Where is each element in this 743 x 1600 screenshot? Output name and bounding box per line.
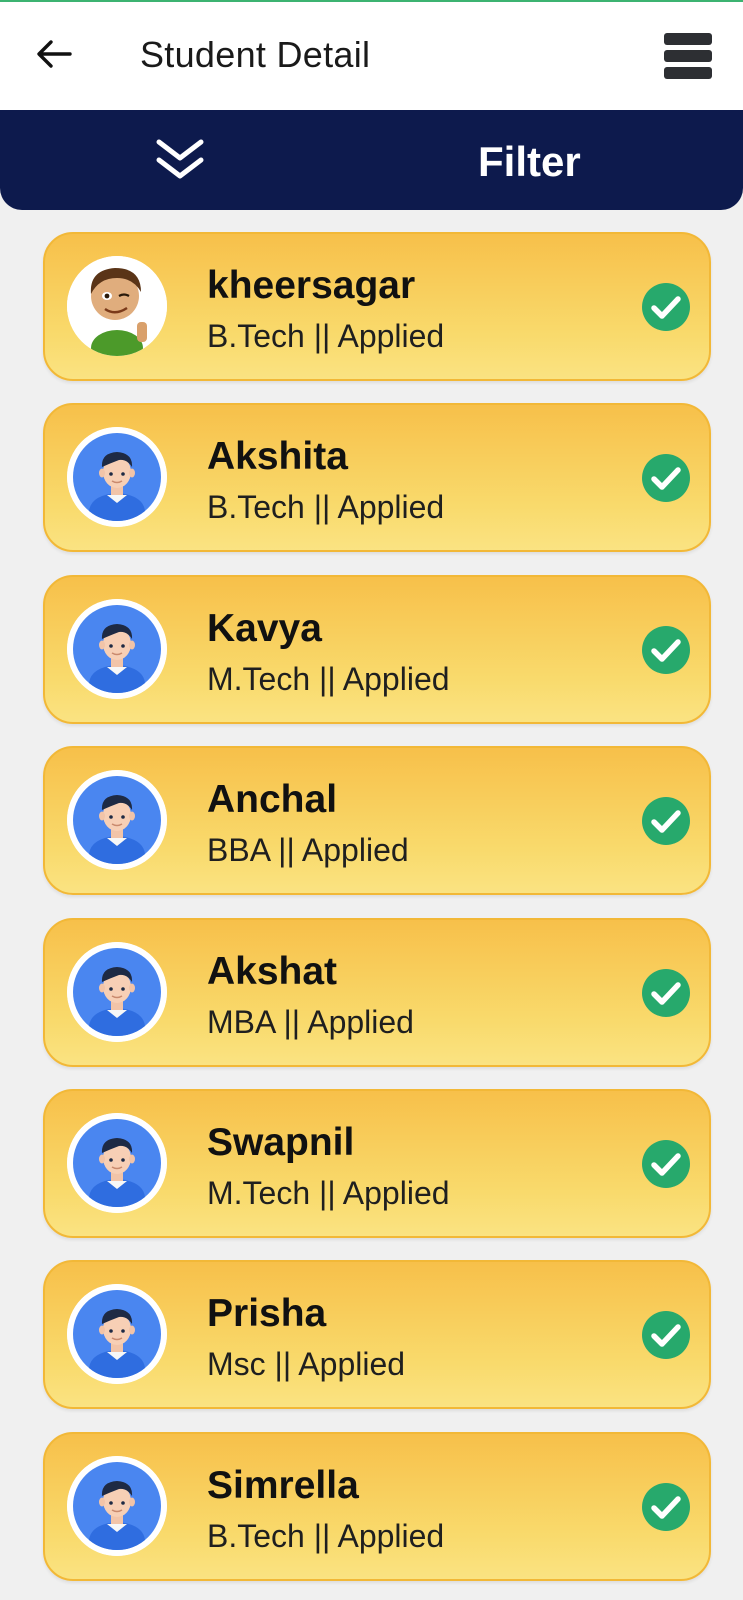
student-course-status: M.Tech || Applied (207, 661, 450, 697)
default-user-avatar (67, 1456, 167, 1556)
default-user-avatar (67, 599, 167, 699)
double-chevron-down-icon (156, 139, 204, 179)
app-bar: Student Detail (0, 2, 743, 110)
student-name: Anchal (207, 778, 338, 821)
filter-bar: Filter (0, 110, 743, 210)
student-name: Kavya (207, 607, 322, 650)
student-name: Akshita (207, 435, 348, 478)
check-circle-icon (641, 1139, 691, 1189)
student-course-status: B.Tech || Applied (207, 489, 445, 525)
menu-button[interactable] (660, 28, 716, 84)
check-circle-icon (641, 1482, 691, 1532)
default-user-avatar (67, 942, 167, 1042)
cartoon-boy-avatar (67, 256, 167, 356)
student-name: Prisha (207, 1292, 327, 1335)
student-card[interactable]: kheersagar B.Tech || Applied (43, 232, 711, 381)
default-user-avatar (67, 770, 167, 870)
expand-filter-button[interactable] (150, 132, 210, 188)
student-name: Swapnil (207, 1121, 355, 1164)
check-circle-icon (641, 282, 691, 332)
default-user-avatar (67, 1284, 167, 1384)
student-course-status: M.Tech || Applied (207, 1175, 450, 1211)
student-course-status: Msc || Applied (207, 1346, 406, 1382)
check-circle-icon (641, 968, 691, 1018)
student-course-status: BBA || Applied (207, 832, 409, 868)
student-card[interactable]: Simrella B.Tech || Applied (43, 1432, 711, 1581)
student-name: Simrella (207, 1464, 359, 1507)
student-card[interactable]: Anchal BBA || Applied (43, 746, 711, 895)
student-card[interactable]: Swapnil M.Tech || Applied (43, 1089, 711, 1238)
menu-icon (664, 33, 712, 79)
student-name: Akshat (207, 950, 338, 993)
student-card[interactable]: Akshat MBA || Applied (43, 918, 711, 1067)
student-card[interactable]: Prisha Msc || Applied (43, 1260, 711, 1409)
student-name: kheersagar (207, 264, 416, 307)
filter-button[interactable]: Filter (478, 138, 581, 186)
check-circle-icon (641, 1310, 691, 1360)
student-course-status: B.Tech || Applied (207, 318, 445, 354)
check-circle-icon (641, 453, 691, 503)
student-card[interactable]: Akshita B.Tech || Applied (43, 403, 711, 552)
page-title: Student Detail (140, 34, 371, 75)
student-course-status: MBA || Applied (207, 1004, 414, 1040)
arrow-left-icon (37, 40, 72, 68)
check-circle-icon (641, 625, 691, 675)
student-course-status: B.Tech || Applied (207, 1518, 445, 1554)
default-user-avatar (67, 427, 167, 527)
default-user-avatar (67, 1113, 167, 1213)
check-circle-icon (641, 796, 691, 846)
student-card[interactable]: Kavya M.Tech || Applied (43, 575, 711, 724)
back-button[interactable] (30, 30, 78, 78)
